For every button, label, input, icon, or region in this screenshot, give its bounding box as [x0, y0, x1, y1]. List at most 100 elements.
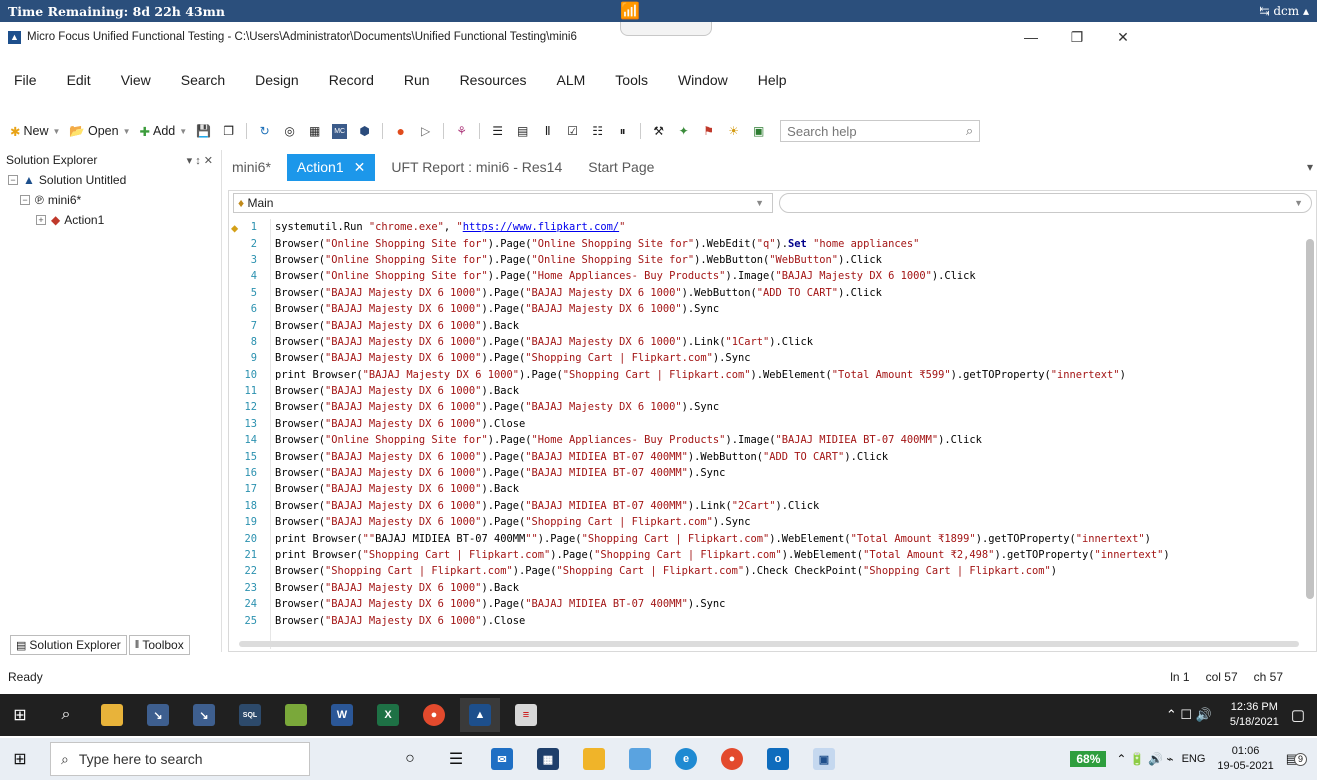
mail-icon[interactable]: ✉	[482, 742, 522, 776]
menu-design[interactable]: Design	[255, 72, 299, 88]
menu-run[interactable]: Run	[404, 72, 430, 88]
remote-user[interactable]: ↹ dcm ▴	[1260, 4, 1310, 18]
settings-icon[interactable]: ⬢	[357, 124, 372, 139]
tree-action[interactable]: + ◆ Action1	[0, 210, 221, 230]
paint-icon[interactable]	[620, 742, 660, 776]
remote-desktop-icon[interactable]: ▣	[804, 742, 844, 776]
panel-controls[interactable]: ▾ ↕ ✕	[187, 154, 213, 167]
code-line[interactable]: 2 Browser("Online Shopping Site for").Pag…	[229, 235, 1304, 251]
refresh-icon[interactable]: ↻	[257, 124, 272, 139]
menu-edit[interactable]: Edit	[67, 72, 91, 88]
menu-help[interactable]: Help	[758, 72, 787, 88]
code-line[interactable]: 21 print Browser("Shopping Cart | Flipkar…	[229, 547, 1304, 563]
list-icon[interactable]: ☰	[490, 124, 505, 139]
code-editor[interactable]: ♦ Main ▼ ▼ ◆ 1 systemutil.Run "chrome.exe…	[228, 190, 1317, 652]
pause-icon[interactable]: ⏸	[615, 124, 630, 139]
tab-mini6[interactable]: mini6*	[222, 154, 281, 180]
task-view-icon[interactable]: ☰	[436, 742, 476, 776]
open-button[interactable]: 📂 Open ▼	[69, 124, 130, 139]
code-line[interactable]: 15 Browser("BAJAJ Majesty DX 6 1000").Pag…	[229, 448, 1304, 464]
mc-icon[interactable]: MC	[332, 123, 348, 139]
tree-test[interactable]: − ℗ mini6*	[0, 190, 221, 210]
uft-tool2-icon[interactable]: ↘	[184, 698, 224, 732]
code-line[interactable]: 25 Browser("BAJAJ Majesty DX 6 1000").Clo…	[229, 612, 1304, 628]
tab-action1[interactable]: Action1 ✕	[286, 153, 376, 181]
excel-icon[interactable]: ▣	[751, 124, 766, 139]
collapse-icon[interactable]: −	[20, 195, 30, 205]
add-button[interactable]: ✚ Add ▼	[140, 124, 188, 139]
uft-tool-icon[interactable]: ↘	[138, 698, 178, 732]
menu-view[interactable]: View	[121, 72, 151, 88]
code-line[interactable]: 20 print Browser(""BAJAJ MIDIEA BT-07 400…	[229, 530, 1304, 546]
object-repository-icon[interactable]: ▦	[307, 124, 322, 139]
save-all-icon[interactable]: ❐	[221, 124, 236, 139]
code-line[interactable]: 10 print Browser("BAJAJ Majesty DX 6 1000…	[229, 367, 1304, 383]
tools-icon[interactable]: ⚒	[651, 124, 666, 139]
minimize-button[interactable]: —	[1008, 22, 1054, 52]
code-line[interactable]: 12 Browser("BAJAJ Majesty DX 6 1000").Pag…	[229, 399, 1304, 415]
code-line[interactable]: 1 systemutil.Run "chrome.exe", "https://w…	[229, 219, 1304, 235]
code-line[interactable]: 4 Browser("Online Shopping Site for").Pag…	[229, 268, 1304, 284]
remote-clock[interactable]: 12:36 PM 5/18/2021	[1230, 700, 1279, 730]
menu-search[interactable]: Search	[181, 72, 225, 88]
search-icon[interactable]: ⌕	[46, 698, 86, 732]
store-icon[interactable]: ▦	[528, 742, 568, 776]
code-line[interactable]: 17 Browser("BAJAJ Majesty DX 6 1000").Bac…	[229, 481, 1304, 497]
edge-icon[interactable]: e	[666, 742, 706, 776]
debug-icon[interactable]: ⚘	[454, 124, 469, 139]
language-indicator[interactable]: ENG	[1182, 753, 1206, 765]
menu-record[interactable]: Record	[329, 72, 374, 88]
report-icon[interactable]: ≡	[506, 698, 546, 732]
start-windows-icon[interactable]: ⊞	[0, 742, 40, 776]
run-icon[interactable]: ▷	[418, 124, 433, 139]
code-line[interactable]: 3 Browser("Online Shopping Site for").Pag…	[229, 252, 1304, 268]
code-line[interactable]: 9 Browser("BAJAJ Majesty DX 6 1000").Page…	[229, 350, 1304, 366]
code-line[interactable]: 14 Browser("Online Shopping Site for").Pa…	[229, 432, 1304, 448]
tray-icons[interactable]: ⌃ ☐ 🔊	[1166, 707, 1212, 723]
tray-icons[interactable]: ⌃ 🔋 🔊 ⌁	[1116, 752, 1173, 766]
notification-center-icon[interactable]: ▤ 9	[1286, 751, 1307, 767]
tab-start-page[interactable]: Start Page	[578, 154, 664, 180]
record-icon[interactable]: ●	[393, 123, 408, 139]
search-help-input[interactable]: Search help ⌕	[780, 120, 981, 142]
local-clock[interactable]: 01:06 19-05-2021	[1217, 744, 1273, 774]
scope-dropdown[interactable]: ♦ Main ▼	[233, 193, 773, 213]
menu-resources[interactable]: Resources	[460, 72, 527, 88]
collapse-icon[interactable]: −	[8, 175, 18, 185]
tab-uft-report[interactable]: UFT Report : mini6 - Res14	[381, 154, 572, 180]
code-line[interactable]: 8 Browser("BAJAJ Majesty DX 6 1000").Page…	[229, 334, 1304, 350]
close-tab-icon[interactable]: ✕	[354, 159, 366, 176]
code-line[interactable]: 7 Browser("BAJAJ Majesty DX 6 1000").Back	[229, 317, 1304, 333]
menu-file[interactable]: File	[14, 72, 37, 88]
new-button[interactable]: ✱ New ▼	[10, 124, 60, 139]
menu-alm[interactable]: ALM	[556, 72, 585, 88]
tab-list-icon[interactable]: ▾	[1307, 160, 1313, 174]
code-line[interactable]: 5 Browser("BAJAJ Majesty DX 6 1000").Page…	[229, 285, 1304, 301]
step-icon[interactable]: Ⅱ	[540, 124, 555, 139]
horizontal-scrollbar[interactable]	[239, 641, 1299, 647]
chrome-icon[interactable]: ●	[414, 698, 454, 732]
code-line[interactable]: 19 Browser("BAJAJ Majesty DX 6 1000").Pag…	[229, 514, 1304, 530]
vertical-scrollbar[interactable]	[1306, 239, 1314, 599]
code-line[interactable]: 11 Browser("BAJAJ Majesty DX 6 1000").Bac…	[229, 383, 1304, 399]
expand-icon[interactable]: +	[36, 215, 46, 225]
menu-tools[interactable]: Tools	[615, 72, 648, 88]
file-explorer-icon[interactable]	[92, 698, 132, 732]
code-line[interactable]: 18 Browser("BAJAJ Majesty DX 6 1000").Pag…	[229, 498, 1304, 514]
start-windows-icon[interactable]: ⊞	[0, 698, 40, 732]
book-icon[interactable]: ☷	[590, 124, 605, 139]
code-line[interactable]: 23 Browser("BAJAJ Majesty DX 6 1000").Bac…	[229, 580, 1304, 596]
word-icon[interactable]: W	[322, 698, 362, 732]
chrome-local-icon[interactable]: ●	[712, 742, 752, 776]
sun-icon[interactable]: ☀	[726, 124, 741, 139]
tab-solution-explorer[interactable]: ▤ Solution Explorer	[10, 635, 127, 655]
remote-grip-handle[interactable]	[620, 22, 712, 36]
menu-window[interactable]: Window	[678, 72, 728, 88]
save-icon[interactable]: 💾	[196, 124, 211, 139]
code-line[interactable]: 6 Browser("BAJAJ Majesty DX 6 1000").Page…	[229, 301, 1304, 317]
restore-button[interactable]: ❐	[1054, 22, 1100, 52]
excel-icon[interactable]: X	[368, 698, 408, 732]
outlook-icon[interactable]: o	[758, 742, 798, 776]
member-dropdown[interactable]: ▼	[779, 193, 1312, 213]
code-line[interactable]: 13 Browser("BAJAJ Majesty DX 6 1000").Clo…	[229, 416, 1304, 432]
